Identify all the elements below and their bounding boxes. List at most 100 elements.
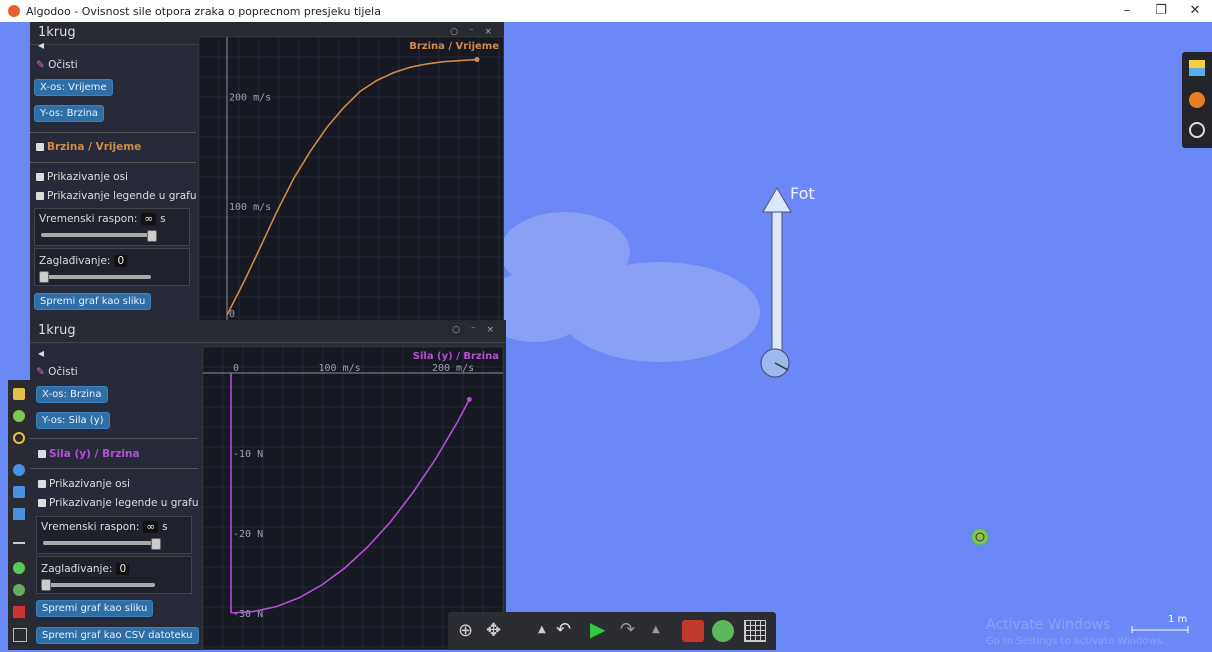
graph-legend: Sila (y) / Brzina — [412, 351, 499, 362]
series-end-point — [474, 57, 480, 63]
minimize-button[interactable]: – — [1110, 0, 1144, 22]
smoothing-slider[interactable] — [41, 275, 151, 279]
save-graph-image-button[interactable]: Spremi graf kao sliku — [34, 293, 152, 310]
time-range-slider[interactable] — [41, 233, 151, 237]
graph-panel-force: 1krug ○ ⁻ × ◂ ✎ Očisti X-os: Brzina Y-os… — [30, 320, 506, 650]
redo-icon[interactable]: ↷ — [620, 619, 635, 640]
time-range-slider[interactable] — [43, 541, 155, 545]
rotate-tool-icon[interactable] — [13, 432, 25, 444]
smoothing-box: Zaglađivanje: 0 — [36, 556, 192, 594]
brush-tool-icon[interactable] — [13, 628, 27, 642]
bottom-toolbar: ⊕ ✥ ▲ ↶ ▶ ↷ ▲ — [448, 612, 776, 650]
x-tick-label: 200 m/s — [432, 363, 474, 374]
drag-tool-icon[interactable] — [13, 486, 25, 498]
back-arrow-icon[interactable]: ◂ — [38, 346, 44, 360]
right-toolbar — [1182, 52, 1212, 148]
box-tool-icon[interactable] — [13, 508, 25, 520]
activation-watermark-text: Go to Settings to activate Windows. — [986, 636, 1166, 647]
graph-legend: Brzina / Vrijeme — [409, 41, 499, 52]
separator — [30, 468, 198, 469]
maximize-button[interactable]: ❐ — [1144, 0, 1178, 22]
grid-icon[interactable] — [744, 620, 766, 642]
rope-tool-icon[interactable] — [13, 464, 25, 476]
time-range-slider-handle[interactable] — [147, 230, 157, 242]
cloud-shape — [560, 262, 760, 362]
smoothing-value[interactable]: 0 — [116, 563, 130, 575]
x-tick-label: 0 — [233, 363, 239, 374]
close-button[interactable]: ✕ — [1178, 0, 1212, 22]
move-tool-icon[interactable] — [13, 410, 25, 422]
x-axis-button[interactable]: X-os: Vrijeme — [34, 79, 113, 96]
time-range-box: Vremenski raspon: ∞ s — [34, 208, 190, 246]
knife-tool-icon[interactable] — [13, 606, 25, 618]
background-icon[interactable] — [1189, 60, 1205, 76]
time-range-value[interactable]: ∞ — [141, 213, 157, 225]
series-checkbox[interactable]: Sila (y) / Brzina — [38, 448, 140, 460]
left-tool-strip — [8, 380, 30, 650]
time-range-label: Vremenski raspon: ∞ s — [41, 521, 168, 533]
zoom-icon[interactable]: ⊕ — [458, 620, 473, 641]
separator — [30, 132, 196, 133]
target-marker-icon[interactable] — [970, 527, 990, 547]
smoothing-label: Zaglađivanje: 0 — [39, 255, 131, 267]
activation-watermark-title: Activate Windows — [986, 617, 1111, 633]
checkbox-icon — [38, 499, 46, 507]
separator — [30, 162, 196, 163]
undo-icon[interactable]: ↶ — [556, 619, 571, 640]
y-axis-button[interactable]: Y-os: Sila (y) — [36, 412, 110, 429]
window-titlebar: Algodoo - Ovisnost sile otpora zraka o p… — [0, 0, 1212, 22]
series-checkbox[interactable]: Brzina / Vrijeme — [36, 141, 141, 153]
y-axis-button[interactable]: Y-os: Brzina — [34, 105, 105, 122]
save-graph-csv-button[interactable]: Spremi graf kao CSV datoteku — [36, 627, 199, 644]
panel-window-controls[interactable]: ○ ⁻ × — [452, 325, 498, 335]
clear-button[interactable]: ✎ Očisti — [36, 59, 78, 71]
show-legend-checkbox[interactable]: Prikazivanje legende u grafu — [38, 497, 199, 509]
time-range-value[interactable]: ∞ — [143, 521, 159, 533]
checkbox-icon — [36, 192, 44, 200]
zoom-scene-icon[interactable] — [1189, 122, 1205, 138]
smoothing-label: Zaglađivanje: 0 — [41, 563, 133, 575]
show-axes-checkbox[interactable]: Prikazivanje osi — [36, 171, 128, 183]
time-range-box: Vremenski raspon: ∞ s — [36, 516, 192, 554]
plane-tool-icon[interactable] — [13, 530, 25, 544]
graph-panel-velocity: 1krug ○ ⁻ × ◂ ✎ Očisti X-os: Vrijeme Y-o… — [30, 22, 504, 322]
time-range-label: Vremenski raspon: ∞ s — [39, 213, 166, 225]
panel-header[interactable]: 1krug ○ ⁻ × — [30, 320, 506, 343]
palette-icon[interactable] — [1189, 92, 1205, 108]
smoothing-slider-handle[interactable] — [39, 271, 49, 283]
velocity-time-graph[interactable]: 100 m/s 200 m/s 0 Brzina / Vrijeme — [198, 36, 504, 322]
x-axis-button[interactable]: X-os: Brzina — [36, 386, 108, 403]
y-tick-label: -20 N — [233, 529, 263, 540]
window-title: Algodoo - Ovisnost sile otpora zraka o p… — [26, 4, 381, 18]
sketch-tool-icon[interactable] — [13, 388, 25, 400]
smoothing-slider-handle[interactable] — [41, 579, 51, 591]
smoothing-value[interactable]: 0 — [114, 255, 128, 267]
smoothing-slider[interactable] — [43, 583, 155, 587]
show-axes-checkbox[interactable]: Prikazivanje osi — [38, 478, 130, 490]
chevron-up-icon[interactable]: ▲ — [538, 624, 546, 635]
chevron-up-icon[interactable]: ▲ — [652, 624, 660, 635]
gravity-icon[interactable] — [682, 620, 704, 642]
force-label: Fot — [790, 184, 815, 203]
circle-body[interactable] — [758, 346, 792, 380]
play-icon[interactable]: ▶ — [590, 617, 605, 641]
gear-tool-icon[interactable] — [13, 584, 25, 596]
y-tick-label: 200 m/s — [229, 93, 271, 104]
clear-button[interactable]: ✎ Očisti — [36, 366, 78, 378]
velocity-time-chart: 100 m/s200 m/s0 — [198, 36, 503, 321]
checkbox-icon — [36, 143, 44, 151]
back-arrow-icon[interactable]: ◂ — [38, 38, 44, 52]
pan-icon[interactable]: ✥ — [486, 620, 501, 641]
scale-label: 1 m — [1168, 614, 1188, 625]
x-tick-label: 100 m/s — [318, 363, 360, 374]
time-range-slider-handle[interactable] — [151, 538, 161, 550]
checkbox-icon — [38, 450, 46, 458]
chain-tool-icon[interactable] — [13, 562, 25, 574]
air-friction-icon[interactable] — [712, 620, 734, 642]
eraser-icon: ✎ — [36, 59, 45, 71]
show-legend-checkbox[interactable]: Prikazivanje legende u grafu — [36, 190, 197, 202]
series-end-point — [466, 396, 472, 402]
save-graph-image-button[interactable]: Spremi graf kao sliku — [36, 600, 154, 617]
force-velocity-graph[interactable]: 0 100 m/s 200 m/s -10 N -20 N -30 N Sila (y) … — [202, 346, 504, 650]
force-velocity-chart: 0 100 m/s 200 m/s-10 N-20 N-30 N — [202, 346, 504, 649]
